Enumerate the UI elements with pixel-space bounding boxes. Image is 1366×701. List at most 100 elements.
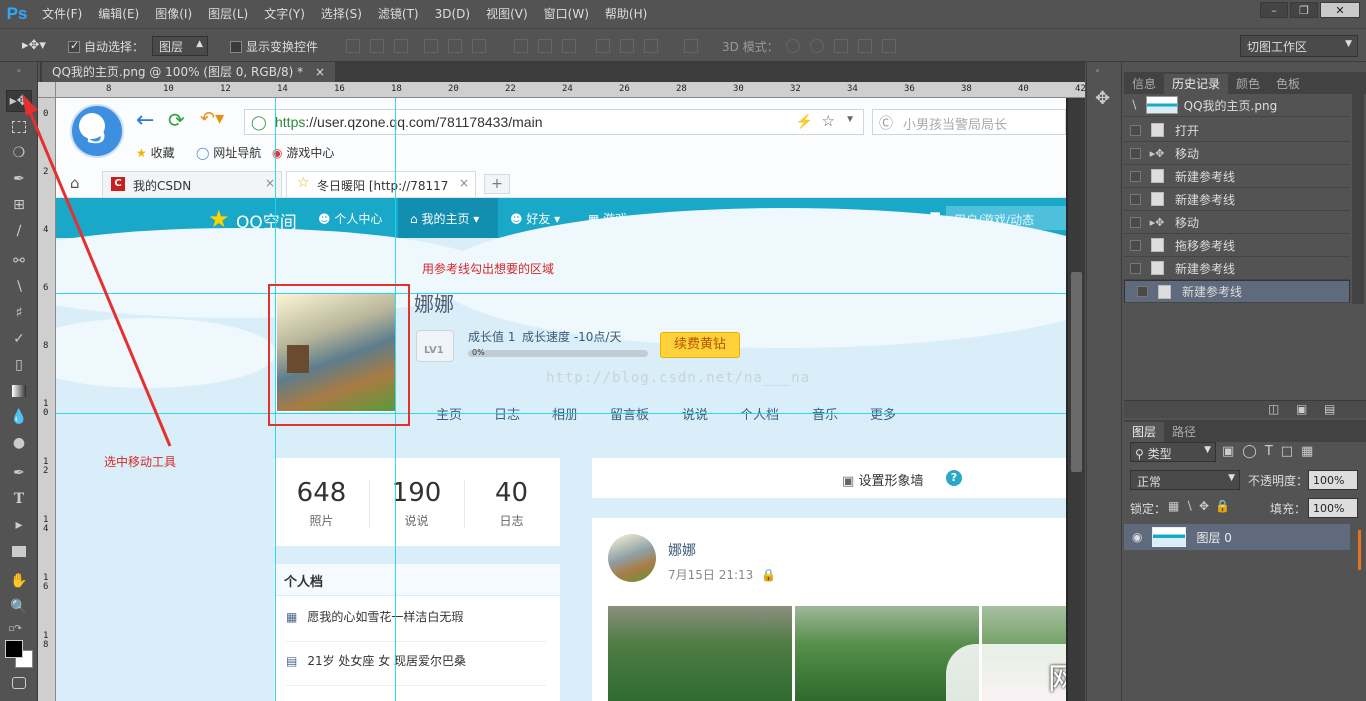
brush-tool-icon[interactable]: ∖ bbox=[6, 276, 32, 298]
canvas-vertical-scrollbar[interactable] bbox=[1068, 98, 1085, 701]
menu-select[interactable]: 选择(S) bbox=[313, 0, 370, 28]
gradient-tool-icon[interactable] bbox=[6, 380, 32, 402]
align-bottom-icon[interactable] bbox=[394, 39, 408, 53]
distribute-vcenter-icon[interactable] bbox=[538, 39, 552, 53]
tab-history[interactable]: 历史记录 bbox=[1164, 74, 1229, 94]
minimize-button[interactable]: – bbox=[1260, 2, 1288, 18]
post-photo-1[interactable] bbox=[608, 606, 792, 701]
eraser-tool-icon[interactable]: ▯ bbox=[6, 354, 32, 376]
browser-tab-qzone[interactable]: ☆ 冬日暖阳 [http://78117 × bbox=[286, 171, 476, 197]
move-tool-icon[interactable]: ▸✥ bbox=[6, 90, 32, 112]
marquee-tool-icon[interactable] bbox=[6, 116, 32, 138]
star-icon[interactable]: ☆ bbox=[822, 112, 835, 130]
align-right-icon[interactable] bbox=[472, 39, 486, 53]
bookmark-games[interactable]: ◉ 游戏中心 bbox=[272, 144, 334, 161]
tab-swatches[interactable]: 色板 bbox=[1268, 74, 1308, 94]
lasso-tool-icon[interactable]: ❍ bbox=[6, 142, 32, 164]
menu-window[interactable]: 窗口(W) bbox=[536, 0, 597, 28]
history-item[interactable]: ▸✥ 移动 bbox=[1124, 142, 1350, 165]
browser-search-input[interactable]: Ⓒ 小男孩当警局局长 bbox=[872, 109, 1066, 135]
opacity-input[interactable]: 100% bbox=[1308, 470, 1358, 490]
lock-icons[interactable]: ▦∖✥🔒 bbox=[1168, 499, 1236, 513]
document-canvas[interactable]: S ← ⟳ ↶▾ ◯ https://user.qzone.qq.com/781… bbox=[56, 98, 1066, 701]
close-tab-icon[interactable]: × bbox=[265, 176, 275, 190]
guide-horizontal[interactable] bbox=[56, 293, 1066, 294]
default-colors-icon[interactable]: ▫↷ bbox=[2, 618, 28, 640]
home-icon[interactable]: ⌂ bbox=[70, 174, 80, 192]
align-left-icon[interactable] bbox=[424, 39, 438, 53]
ruler-origin[interactable] bbox=[38, 82, 56, 98]
layer-row[interactable]: ◉ 图层 0 bbox=[1124, 524, 1350, 550]
history-item[interactable]: 拖移参考线 bbox=[1124, 234, 1350, 257]
nav-personal-center[interactable]: ☻ 个人中心 bbox=[318, 210, 382, 227]
eyedropper-tool-icon[interactable]: ∕ bbox=[6, 220, 32, 242]
auto-align-icon[interactable] bbox=[684, 39, 698, 53]
distribute-hcenter-icon[interactable] bbox=[620, 39, 634, 53]
tab-info[interactable]: 信息 bbox=[1124, 74, 1164, 94]
3d-rotate-icon[interactable] bbox=[786, 39, 800, 53]
3d-drag-icon[interactable] bbox=[834, 39, 848, 53]
pen-tool-icon[interactable]: ✒ bbox=[6, 462, 32, 484]
scrollbar-thumb[interactable] bbox=[1071, 272, 1082, 472]
dodge-tool-icon[interactable]: ● bbox=[6, 432, 32, 454]
tool-presets-icon[interactable]: ✥ bbox=[1095, 88, 1110, 109]
menu-view[interactable]: 视图(V) bbox=[478, 0, 536, 28]
vertical-ruler[interactable]: 0 2 4 6 8 1 0 1 2 1 4 1 6 1 8 bbox=[38, 98, 56, 701]
history-item[interactable]: 新建参考线 bbox=[1124, 188, 1350, 211]
refresh-icon[interactable]: ⟳ bbox=[168, 108, 185, 132]
healing-brush-tool-icon[interactable]: ⚯ bbox=[6, 250, 32, 272]
distribute-left-icon[interactable] bbox=[596, 39, 610, 53]
back-arrow-icon[interactable]: ← bbox=[136, 108, 154, 133]
trash-icon[interactable]: ▤ bbox=[1324, 402, 1335, 416]
history-item[interactable]: 打开 bbox=[1124, 119, 1350, 142]
guide-horizontal[interactable] bbox=[56, 413, 1066, 414]
distribute-top-icon[interactable] bbox=[514, 39, 528, 53]
3d-roll-icon[interactable] bbox=[810, 39, 824, 53]
history-item[interactable]: ▸✥ 移动 bbox=[1124, 211, 1350, 234]
history-brush-tool-icon[interactable]: ✓ bbox=[6, 328, 32, 350]
history-item[interactable]: 新建参考线 bbox=[1124, 257, 1350, 280]
close-window-button[interactable]: ✕ bbox=[1320, 2, 1360, 18]
nav-friends[interactable]: ☻ 好友 ▾ bbox=[510, 210, 560, 227]
menu-file[interactable]: 文件(F) bbox=[34, 0, 90, 28]
lightning-icon[interactable]: ⚡ bbox=[796, 113, 813, 130]
history-scrollbar[interactable] bbox=[1352, 94, 1364, 304]
camera-icon[interactable]: ▣ bbox=[1296, 402, 1307, 416]
document-tab[interactable]: QQ我的主页.png @ 100% (图层 0, RGB/8) * × bbox=[42, 62, 335, 82]
move-tool-preset-icon[interactable]: ▸✥▾ bbox=[22, 38, 46, 53]
history-item-selected[interactable]: 新建参考线 bbox=[1124, 280, 1350, 303]
path-select-tool-icon[interactable]: ▸ bbox=[6, 514, 32, 536]
layer-filter-icons[interactable]: ▣◯T□▦ bbox=[1222, 444, 1321, 459]
align-vcenter-icon[interactable] bbox=[370, 39, 384, 53]
align-top-icon[interactable] bbox=[346, 39, 360, 53]
tab-paths[interactable]: 路径 bbox=[1164, 422, 1204, 442]
nav-my-homepage[interactable]: ⌂ 我的主页 ▾ bbox=[410, 210, 479, 227]
menu-image[interactable]: 图像(I) bbox=[147, 0, 200, 28]
canvas-area[interactable]: S ← ⟳ ↶▾ ◯ https://user.qzone.qq.com/781… bbox=[56, 98, 1068, 701]
hand-tool-icon[interactable]: ✋ bbox=[6, 570, 32, 592]
history-snapshot[interactable]: ∖ QQ我的主页.png bbox=[1124, 94, 1350, 117]
new-document-from-state-icon[interactable]: ◫ bbox=[1268, 402, 1279, 416]
tab-layers[interactable]: 图层 bbox=[1124, 422, 1165, 442]
eye-icon[interactable]: ◉ bbox=[1132, 530, 1142, 544]
clone-stamp-tool-icon[interactable]: ♯ bbox=[6, 302, 32, 324]
quick-select-tool-icon[interactable]: ✒ bbox=[6, 168, 32, 190]
distribute-right-icon[interactable] bbox=[644, 39, 658, 53]
menu-edit[interactable]: 编辑(E) bbox=[90, 0, 147, 28]
show-transform-checkbox[interactable]: 显示变换控件 bbox=[230, 38, 318, 55]
history-item[interactable]: 新建参考线 bbox=[1124, 165, 1350, 188]
help-icon[interactable]: ? bbox=[946, 470, 962, 486]
panel-collapse-icon[interactable]: « bbox=[1095, 66, 1100, 75]
bookmark-nav[interactable]: ◯ 网址导航 bbox=[196, 144, 261, 161]
layer-name[interactable]: 图层 0 bbox=[1196, 529, 1231, 546]
set-photo-wall-link[interactable]: ▣ 设置形象墙 bbox=[842, 470, 923, 489]
workspace-dropdown[interactable]: 切图工作区 ▼ bbox=[1240, 35, 1358, 57]
zoom-tool-icon[interactable]: 🔍 bbox=[6, 596, 32, 618]
panel-collapse-icon[interactable]: » bbox=[6, 66, 32, 75]
post-author[interactable]: 娜娜 bbox=[668, 540, 696, 560]
menu-type[interactable]: 文字(Y) bbox=[256, 0, 313, 28]
close-tab-icon[interactable]: × bbox=[459, 176, 469, 190]
stat-blogs[interactable]: 40 日志 bbox=[464, 478, 559, 529]
blur-tool-icon[interactable]: 💧 bbox=[6, 406, 32, 428]
close-document-icon[interactable]: × bbox=[315, 65, 325, 79]
